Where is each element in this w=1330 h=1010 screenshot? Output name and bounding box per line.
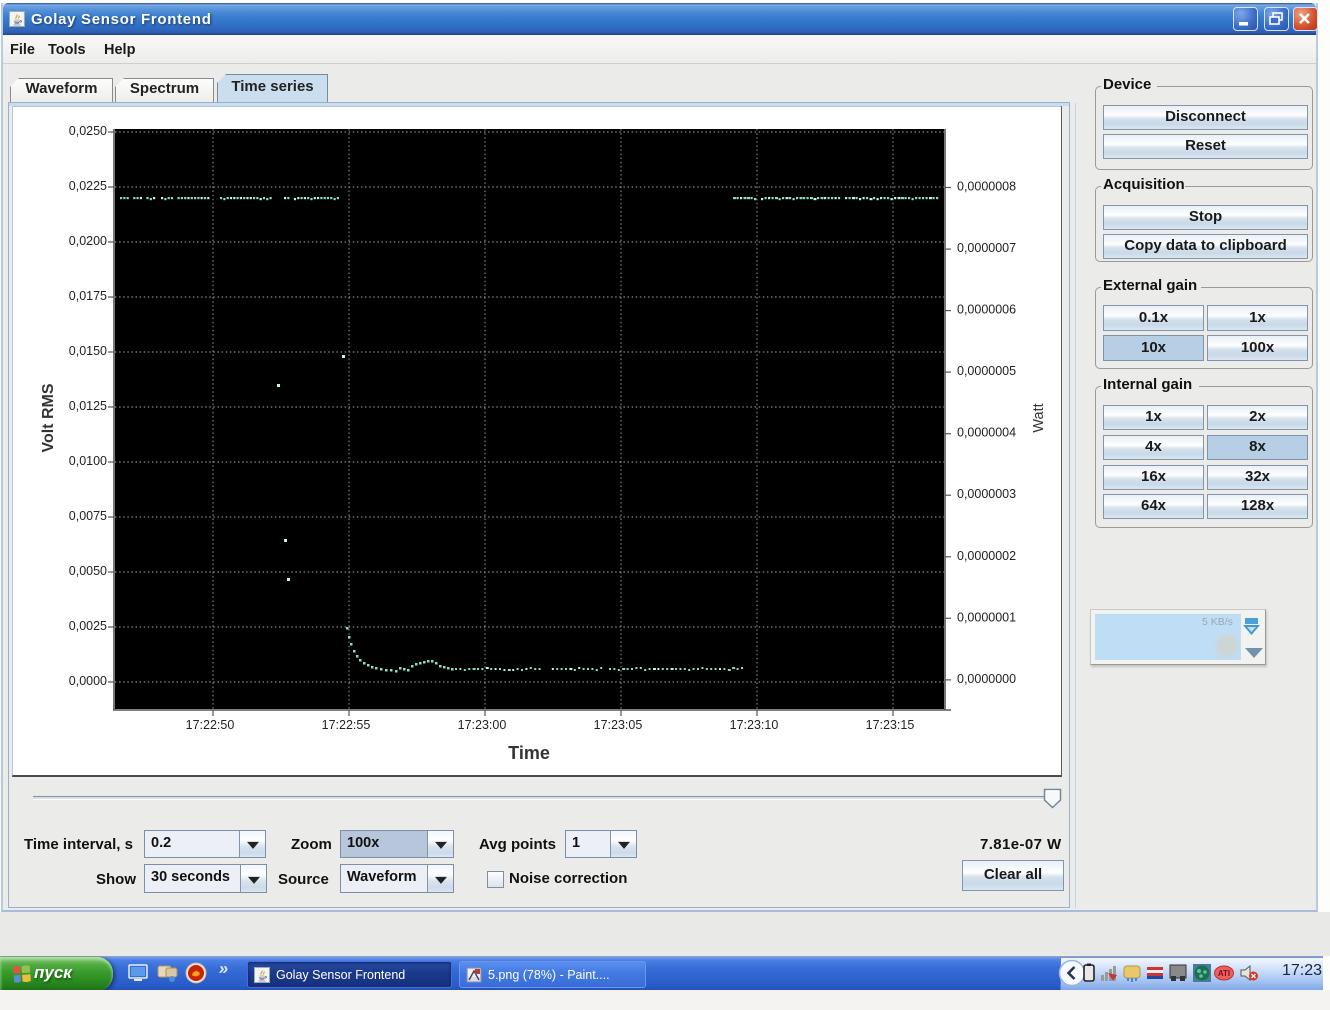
svg-text:0,0025: 0,0025 <box>69 619 107 633</box>
svg-text:0,0250: 0,0250 <box>69 124 107 138</box>
svg-text:0,0050: 0,0050 <box>69 564 107 578</box>
svg-text:0,0150: 0,0150 <box>69 344 107 358</box>
svg-text:ATI: ATI <box>1218 969 1230 978</box>
svg-text:17:23:05: 17:23:05 <box>594 718 643 732</box>
svg-text:0,0000001: 0,0000001 <box>957 610 1016 624</box>
svg-text:0,0000005: 0,0000005 <box>957 364 1016 378</box>
svg-text:0,0000000: 0,0000000 <box>957 672 1016 686</box>
svg-text:17:22:50: 17:22:50 <box>186 718 235 732</box>
svg-text:0,0225: 0,0225 <box>69 179 107 193</box>
svg-text:0,0000007: 0,0000007 <box>957 241 1016 255</box>
svg-text:0,0175: 0,0175 <box>69 289 107 303</box>
svg-text:Volt RMS: Volt RMS <box>40 383 57 452</box>
svg-text:0,0075: 0,0075 <box>69 509 107 523</box>
svg-text:0,0000003: 0,0000003 <box>957 487 1016 501</box>
svg-text:0,0200: 0,0200 <box>69 234 107 248</box>
svg-text:0,0000006: 0,0000006 <box>957 303 1016 317</box>
svg-text:0,0000: 0,0000 <box>69 674 107 688</box>
svg-text:17:23:15: 17:23:15 <box>866 718 915 732</box>
svg-text:Watt: Watt <box>1031 403 1047 432</box>
svg-text:17:23:00: 17:23:00 <box>458 718 507 732</box>
svg-text:17:22:55: 17:22:55 <box>322 718 371 732</box>
svg-text:0,0000002: 0,0000002 <box>957 549 1016 563</box>
svg-text:Time: Time <box>508 743 550 763</box>
svg-text:0,0100: 0,0100 <box>69 454 107 468</box>
svg-text:0,0000004: 0,0000004 <box>957 426 1016 440</box>
svg-text:0,0125: 0,0125 <box>69 399 107 413</box>
svg-text:17:23:10: 17:23:10 <box>730 718 779 732</box>
svg-text:0,0000008: 0,0000008 <box>957 180 1016 194</box>
